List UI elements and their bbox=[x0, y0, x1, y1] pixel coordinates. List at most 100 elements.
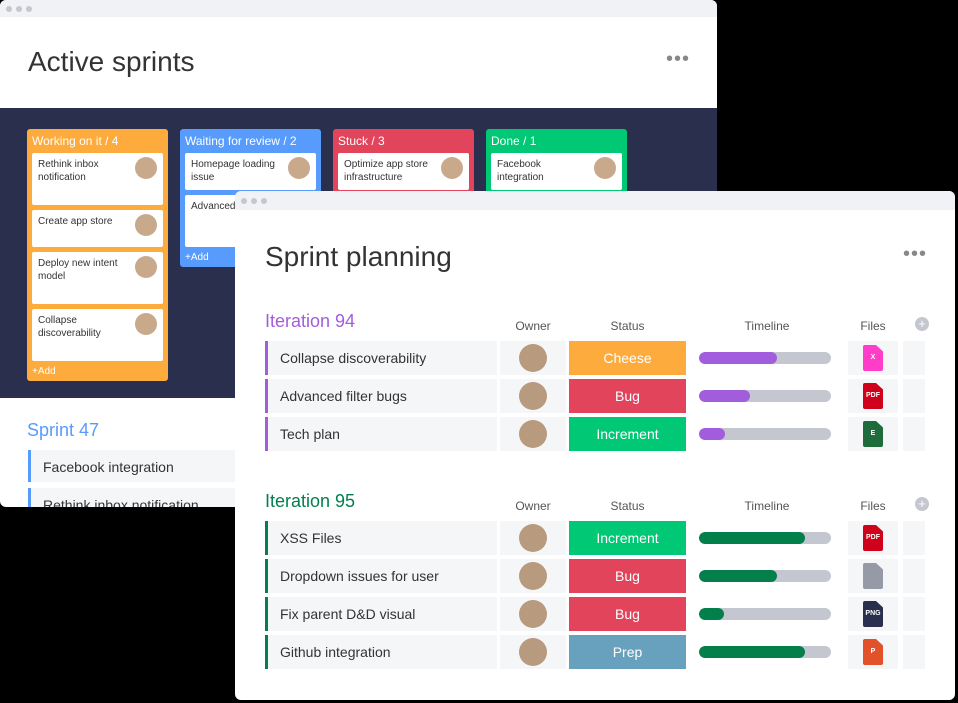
item-name[interactable]: Advanced filter bugs bbox=[265, 379, 497, 413]
sprint-title: Sprint 47 bbox=[27, 420, 100, 440]
table-row[interactable]: Fix parent D&D visual Bug PNG bbox=[265, 597, 935, 631]
timeline-fill bbox=[699, 532, 805, 544]
status-column-header: Status bbox=[610, 499, 645, 513]
column-header: Waiting for review / 2 bbox=[185, 134, 297, 148]
status-label[interactable]: Increment bbox=[569, 521, 686, 555]
file-icon[interactable]: PDF bbox=[863, 525, 883, 551]
group-header: Iteration 94 Owner Status Timeline Files… bbox=[265, 311, 935, 337]
task-card[interactable]: Rethink inbox notification bbox=[32, 153, 163, 205]
timeline-cell[interactable] bbox=[689, 635, 845, 669]
timeline-fill bbox=[699, 646, 805, 658]
avatar bbox=[519, 562, 547, 590]
status-label[interactable]: Bug bbox=[569, 379, 686, 413]
table-row[interactable]: Github integration Prep P bbox=[265, 635, 935, 669]
page-title: Sprint planning bbox=[265, 241, 452, 272]
table-row[interactable]: Advanced filter bugs Bug PDF bbox=[265, 379, 935, 413]
files-column-header: Files bbox=[860, 499, 886, 513]
window-titlebar bbox=[235, 191, 955, 210]
avatar bbox=[519, 382, 547, 410]
timeline-bar bbox=[699, 570, 831, 582]
files-cell[interactable]: PDF bbox=[848, 379, 898, 413]
iteration-group: Iteration 95 Owner Status Timeline Files… bbox=[265, 491, 935, 669]
card-title: Facebook integration bbox=[497, 159, 544, 183]
files-cell[interactable]: E bbox=[848, 417, 898, 451]
files-cell[interactable]: X bbox=[848, 341, 898, 375]
avatar bbox=[519, 638, 547, 666]
task-card[interactable]: Facebook integration bbox=[491, 153, 622, 190]
card-title: Homepage loading issue bbox=[191, 159, 275, 183]
status-label[interactable]: Prep bbox=[569, 635, 686, 669]
add-column-icon[interactable]: + bbox=[915, 317, 929, 331]
item-name[interactable]: Github integration bbox=[265, 635, 497, 669]
empty-cell bbox=[903, 635, 925, 669]
files-cell[interactable]: PNG bbox=[848, 597, 898, 631]
owner-cell[interactable] bbox=[500, 341, 566, 375]
status-label[interactable]: Cheese bbox=[569, 341, 686, 375]
files-cell[interactable] bbox=[848, 559, 898, 593]
item-name[interactable]: Dropdown issues for user bbox=[265, 559, 497, 593]
file-icon[interactable]: P bbox=[863, 639, 883, 665]
file-icon[interactable]: PDF bbox=[863, 383, 883, 409]
owner-column-header: Owner bbox=[515, 499, 551, 513]
files-cell[interactable]: P bbox=[848, 635, 898, 669]
status-label[interactable]: Bug bbox=[569, 559, 686, 593]
empty-cell bbox=[903, 379, 925, 413]
owner-cell[interactable] bbox=[500, 379, 566, 413]
file-icon[interactable]: E bbox=[863, 421, 883, 447]
task-card[interactable]: Optimize app store infrastructure bbox=[338, 153, 469, 190]
more-options-icon[interactable]: ••• bbox=[666, 48, 690, 71]
card-title: Deploy new intent model bbox=[38, 258, 118, 282]
avatar bbox=[135, 256, 157, 278]
timeline-bar bbox=[699, 532, 831, 544]
status-label[interactable]: Bug bbox=[569, 597, 686, 631]
group-title[interactable]: Iteration 95 bbox=[265, 491, 355, 512]
owner-cell[interactable] bbox=[500, 417, 566, 451]
card-title: Optimize app store infrastructure bbox=[344, 159, 428, 183]
owner-cell[interactable] bbox=[500, 597, 566, 631]
timeline-cell[interactable] bbox=[689, 379, 845, 413]
task-card[interactable]: Deploy new intent model bbox=[32, 252, 163, 304]
avatar bbox=[594, 157, 616, 179]
file-icon[interactable] bbox=[863, 563, 883, 589]
timeline-cell[interactable] bbox=[689, 417, 845, 451]
timeline-cell[interactable] bbox=[689, 559, 845, 593]
timeline-bar bbox=[699, 428, 831, 440]
avatar bbox=[135, 313, 157, 335]
add-card-button[interactable]: +Add bbox=[32, 366, 163, 377]
status-label[interactable]: Increment bbox=[569, 417, 686, 451]
timeline-fill bbox=[699, 428, 726, 440]
file-icon[interactable]: X bbox=[863, 345, 883, 371]
files-cell[interactable]: PDF bbox=[848, 521, 898, 555]
owner-column-header: Owner bbox=[515, 319, 551, 333]
owner-cell[interactable] bbox=[500, 559, 566, 593]
item-name[interactable]: Tech plan bbox=[265, 417, 497, 451]
group-title[interactable]: Iteration 94 bbox=[265, 311, 355, 332]
item-name[interactable]: XSS Files bbox=[265, 521, 497, 555]
card-title: Create app store bbox=[38, 216, 113, 227]
table-row[interactable]: XSS Files Increment PDF bbox=[265, 521, 935, 555]
task-card[interactable]: Create app store bbox=[32, 210, 163, 247]
owner-cell[interactable] bbox=[500, 635, 566, 669]
task-card[interactable]: Homepage loading issue bbox=[185, 153, 316, 190]
owner-cell[interactable] bbox=[500, 521, 566, 555]
add-column-icon[interactable]: + bbox=[915, 497, 929, 511]
sprint-item[interactable]: Facebook integration bbox=[28, 450, 238, 482]
page-title: Active sprints bbox=[28, 46, 195, 77]
timeline-bar bbox=[699, 390, 831, 402]
task-card[interactable]: Collapse discoverability bbox=[32, 309, 163, 361]
table-row[interactable]: Tech plan Increment E bbox=[265, 417, 935, 451]
table-row[interactable]: Dropdown issues for user Bug bbox=[265, 559, 935, 593]
timeline-bar bbox=[699, 646, 831, 658]
avatar bbox=[135, 157, 157, 179]
table-row[interactable]: Collapse discoverability Cheese X bbox=[265, 341, 935, 375]
window-titlebar bbox=[0, 0, 717, 17]
timeline-fill bbox=[699, 390, 751, 402]
file-icon[interactable]: PNG bbox=[863, 601, 883, 627]
timeline-cell[interactable] bbox=[689, 341, 845, 375]
sprint-item[interactable]: Rethink inbox notification bbox=[28, 488, 238, 507]
item-name[interactable]: Fix parent D&D visual bbox=[265, 597, 497, 631]
item-name[interactable]: Collapse discoverability bbox=[265, 341, 497, 375]
more-options-icon[interactable]: ••• bbox=[903, 243, 927, 266]
timeline-cell[interactable] bbox=[689, 597, 845, 631]
timeline-cell[interactable] bbox=[689, 521, 845, 555]
